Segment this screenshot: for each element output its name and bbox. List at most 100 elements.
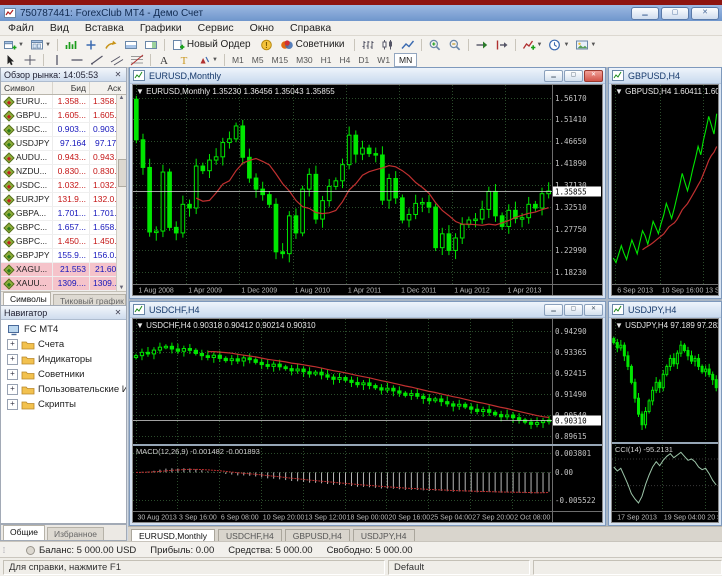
column-header-ask[interactable]: Аск <box>90 82 124 94</box>
new-order-button[interactable]: Новый Ордер <box>169 37 256 52</box>
indicators-button[interactable]: ▼ <box>520 37 545 52</box>
chart-restore-button[interactable]: ▢ <box>564 70 583 82</box>
expand-icon[interactable]: + <box>7 339 18 350</box>
menu-Вид[interactable]: Вид <box>42 21 77 35</box>
chart-window-eurusd-titlebar[interactable]: EURUSD,Monthly ▁ ▢ ✕ <box>130 68 605 84</box>
crosshair-button[interactable] <box>21 53 39 68</box>
menu-Вставка[interactable]: Вставка <box>77 21 132 35</box>
chart-candles-button[interactable] <box>379 37 397 52</box>
expert-advisors-button[interactable]: Советники <box>278 37 350 52</box>
auto-scroll-button[interactable] <box>473 37 491 52</box>
timeframe-M5[interactable]: M5 <box>248 54 268 66</box>
tree-item-Пользовательские Инди[interactable]: +Пользовательские Инди <box>1 382 126 397</box>
navigator-tab-Общие[interactable]: Общие <box>3 525 45 540</box>
symbol-row[interactable]: GBPU...1.605...1.605... <box>1 109 126 123</box>
column-header-bid[interactable]: Бид <box>53 82 90 94</box>
status-profile[interactable]: Default <box>388 560 530 575</box>
column-header-sym[interactable]: Символ <box>1 82 53 94</box>
new-chart-button[interactable]: ▼ <box>1 37 26 52</box>
menu-Окно[interactable]: Окно <box>242 21 282 35</box>
symbol-row[interactable]: USDC...0.903...0.903... <box>1 123 126 137</box>
menu-Графики[interactable]: Графики <box>132 21 190 35</box>
strategy-tester-toggle[interactable] <box>142 37 160 52</box>
market-watch-toggle[interactable] <box>62 37 80 52</box>
tree-root[interactable]: FC MT4 <box>1 322 126 337</box>
expand-icon[interactable]: + <box>7 354 18 365</box>
timeframe-W1[interactable]: W1 <box>373 54 394 66</box>
timeframe-H4[interactable]: H4 <box>336 54 355 66</box>
close-button[interactable]: ✕ <box>691 7 719 20</box>
chart-close-button[interactable]: ✕ <box>584 304 603 316</box>
terminal-handle[interactable]: ⁞ <box>0 546 8 555</box>
chart-minimize-button[interactable]: ▁ <box>544 304 563 316</box>
maximize-button[interactable]: ▢ <box>661 7 689 20</box>
data-window-toggle[interactable] <box>82 37 100 52</box>
minimize-button[interactable]: ▁ <box>631 7 659 20</box>
tree-item-Скрипты[interactable]: +Скрипты <box>1 397 126 412</box>
expand-icon[interactable]: + <box>7 384 18 395</box>
zoom-in-button[interactable] <box>426 37 444 52</box>
chart-window-gbpusd-titlebar[interactable]: GBPUSD,H4 <box>609 68 721 84</box>
vertical-line-button[interactable] <box>48 53 66 68</box>
text-button[interactable]: A <box>155 53 173 68</box>
cursor-button[interactable] <box>1 53 19 68</box>
chart-line-button[interactable] <box>399 37 417 52</box>
tree-item-Счета[interactable]: +Счета <box>1 337 126 352</box>
symbol-row[interactable]: USDC...1.032...1.032... <box>1 179 126 193</box>
gbpusd-chart-canvas[interactable]: 6 Sep 201310 Sep 16:0013 Sep 08:00▼ GBPU… <box>611 84 719 296</box>
symbol-row[interactable]: AUDU...0.943...0.943... <box>1 151 126 165</box>
channel-button[interactable] <box>108 53 126 68</box>
chart-close-button[interactable]: ✕ <box>584 70 603 82</box>
navigator-tab-Избранное[interactable]: Избранное <box>47 527 104 540</box>
navigator-header[interactable]: Навигатор ✕ <box>1 306 126 320</box>
tree-item-Индикаторы[interactable]: +Индикаторы <box>1 352 126 367</box>
tree-item-Советники[interactable]: +Советники <box>1 367 126 382</box>
metaeditor-button[interactable]: ! <box>258 37 276 52</box>
text-label-button[interactable]: T <box>175 53 193 68</box>
scrollbar-thumb[interactable] <box>118 159 126 187</box>
timeframe-MN[interactable]: MN <box>394 53 417 67</box>
market-watch-column-headers[interactable]: СимволБидАск <box>1 82 126 95</box>
expand-icon[interactable]: + <box>7 369 18 380</box>
timeframe-M30[interactable]: M30 <box>292 54 317 66</box>
timeframe-D1[interactable]: D1 <box>354 54 373 66</box>
templates-button[interactable]: ▼ <box>573 37 598 52</box>
symbol-row[interactable]: XAGU...21.55321.605 <box>1 263 126 277</box>
symbol-row[interactable]: NZDU...0.830...0.830... <box>1 165 126 179</box>
usdjpy-chart-canvas[interactable]: CCI(14) -95.213117 Sep 201319 Sep 04:002… <box>611 318 719 523</box>
eurusd-chart-canvas[interactable]: 1.561701.514101.466501.418901.371301.325… <box>132 84 603 296</box>
market-watch-scrollbar[interactable]: ▲▼ <box>116 95 126 291</box>
expand-icon[interactable]: + <box>7 399 18 410</box>
chart-window-eurusd[interactable]: EURUSD,Monthly ▁ ▢ ✕ 1.561701.514101.466… <box>129 67 606 299</box>
symbol-row[interactable]: USDJPY97.16497.177 <box>1 137 126 151</box>
chart-window-usdchf-titlebar[interactable]: USDCHF,H4 ▁ ▢ ✕ <box>130 302 605 318</box>
symbol-row[interactable]: XAUU...1309....1309.... <box>1 277 126 291</box>
terminal-toggle[interactable] <box>122 37 140 52</box>
fibonacci-button[interactable] <box>128 53 146 68</box>
timeframe-M1[interactable]: M1 <box>228 54 248 66</box>
symbol-row[interactable]: EURJPY131.9...132.0... <box>1 193 126 207</box>
zoom-out-button[interactable] <box>446 37 464 52</box>
navigator-toggle[interactable] <box>102 37 120 52</box>
trendline-button[interactable] <box>88 53 106 68</box>
menu-Файл[interactable]: Файл <box>0 21 42 35</box>
chart-bars-button[interactable] <box>359 37 377 52</box>
chart-restore-button[interactable]: ▢ <box>564 304 583 316</box>
timeframe-M15[interactable]: M15 <box>268 54 293 66</box>
chart-window-gbpusd[interactable]: GBPUSD,H4 6 Sep 201310 Sep 16:0013 Sep 0… <box>608 67 722 299</box>
usdchf-chart-canvas[interactable]: 0.942900.933650.924150.914900.905400.896… <box>132 318 603 523</box>
symbol-row[interactable]: GBPA...1.701...1.701... <box>1 207 126 221</box>
chart-window-usdjpy[interactable]: USDJPY,H4 CCI(14) -95.213117 Sep 201319 … <box>608 301 722 526</box>
titlebar[interactable]: 750787441: ForexClub MT4 - Демо Счет ▁ ▢… <box>0 5 722 21</box>
arrows-button[interactable]: ▼ <box>195 53 220 68</box>
symbol-row[interactable]: GBPJPY155.9...156.0... <box>1 249 126 263</box>
chart-shift-button[interactable] <box>493 37 511 52</box>
chart-window-usdchf[interactable]: USDCHF,H4 ▁ ▢ ✕ 0.942900.933650.924150.9… <box>129 301 606 526</box>
chart-minimize-button[interactable]: ▁ <box>544 70 563 82</box>
chart-window-usdjpy-titlebar[interactable]: USDJPY,H4 <box>609 302 721 318</box>
symbol-row[interactable]: EURU...1.358...1.358... <box>1 95 126 109</box>
symbol-row[interactable]: GBPC...1.450...1.450... <box>1 235 126 249</box>
market-watch-header[interactable]: Обзор рынка: 14:05:53 ✕ <box>1 68 126 82</box>
periods-button[interactable]: ▼ <box>546 37 571 52</box>
menu-Сервис[interactable]: Сервис <box>190 21 242 35</box>
